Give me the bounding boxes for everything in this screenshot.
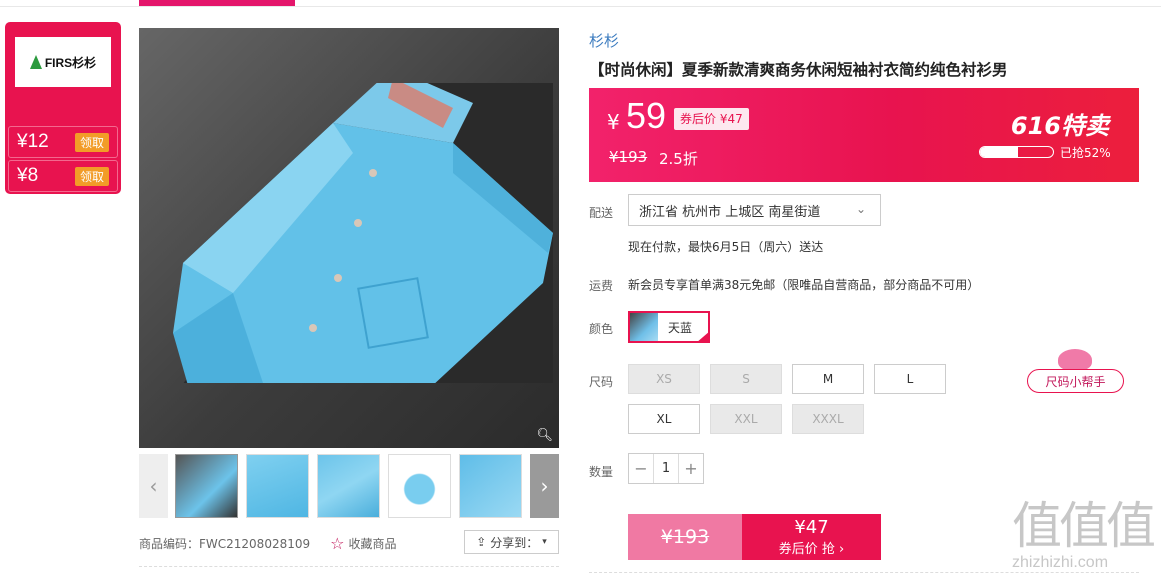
brand-logo-box[interactable]: FIRS杉杉 — [15, 37, 111, 87]
coupon-amount: ¥12 — [17, 131, 49, 152]
color-option-sky-blue[interactable]: 天蓝 — [628, 311, 710, 343]
favorite-label: 收藏商品 — [348, 536, 397, 551]
color-label: 颜色 — [589, 322, 614, 336]
currency-symbol: ¥ — [607, 110, 620, 134]
brand-link[interactable]: 杉杉 — [589, 30, 619, 51]
sku-row: 商品编码：FWC21208028109 ☆ 收藏商品 ⇪ 分享到： ▾ — [139, 530, 559, 556]
share-icon: ⇪ — [476, 535, 487, 549]
size-option-m[interactable]: M — [792, 364, 864, 394]
sold-progress-bar — [979, 146, 1054, 158]
original-price: ¥193 — [609, 148, 648, 166]
address-value: 浙江省 杭州市 上城区 南星街道 — [639, 204, 821, 220]
product-main-image[interactable]: 🔍︎ — [139, 28, 559, 448]
thumbnail-5[interactable] — [459, 454, 522, 518]
coupon-panel: FIRS杉杉 ¥12 领取 ¥8 领取 — [5, 22, 121, 194]
chevron-right-icon: › — [540, 474, 549, 498]
size-option-xs[interactable]: XS — [628, 364, 700, 394]
favorite-button[interactable]: ☆ 收藏商品 — [330, 534, 396, 553]
delivery-eta: 现在付款，最快6月5日（周六）送达 — [628, 240, 824, 254]
price-banner: ¥ 59 券后价 ¥47 ¥193 2.5折 616特卖 已抢52% — [589, 88, 1139, 182]
after-coupon-badge: 券后价 ¥47 — [674, 108, 749, 130]
size-option-xl[interactable]: XL — [628, 404, 700, 434]
coupon-amount: ¥8 — [17, 165, 39, 186]
size-option-s[interactable]: S — [710, 364, 782, 394]
current-price: 59 — [626, 95, 667, 136]
thumbnail-3[interactable] — [317, 454, 380, 518]
tree-icon — [29, 55, 42, 69]
color-swatch — [630, 313, 658, 341]
shipping-label: 运费 — [589, 279, 614, 293]
sku-code: 商品编码：FWC21208028109 — [139, 536, 311, 551]
claim-button[interactable]: 领取 — [74, 166, 109, 186]
thumbnail-1[interactable] — [175, 454, 238, 518]
watermark-url: zhizhizhi.com — [1012, 554, 1109, 571]
thumb-next-button[interactable]: › — [530, 454, 559, 518]
chevron-down-icon: ▾ — [542, 537, 547, 547]
check-icon — [696, 331, 710, 343]
color-name: 天蓝 — [668, 320, 693, 335]
thumbnail-4[interactable] — [388, 454, 451, 518]
thumbnail-2[interactable] — [246, 454, 309, 518]
size-option-l[interactable]: L — [874, 364, 946, 394]
increment-button[interactable]: + — [679, 454, 703, 483]
coupon-12[interactable]: ¥12 领取 — [8, 126, 118, 158]
brand-logo: FIRS杉杉 — [29, 54, 96, 71]
zoom-icon[interactable]: 🔍︎ — [536, 428, 553, 443]
chevron-left-icon: ‹ — [149, 474, 158, 498]
thumb-prev-button[interactable]: ‹ — [139, 454, 168, 518]
buy-original-price: ¥193 — [628, 514, 742, 560]
quantity-stepper: − 1 + — [628, 453, 704, 484]
star-icon: ☆ — [330, 533, 345, 553]
divider — [139, 566, 559, 567]
buy-action: 券后价 抢 › — [778, 542, 845, 557]
buy-now[interactable]: ¥47 券后价 抢 › — [742, 514, 881, 560]
sold-progress-fill — [980, 147, 1018, 157]
shirt-image — [173, 83, 553, 383]
watermark: 值值值 zhizhizhi.com — [1012, 498, 1161, 583]
share-label: 分享到： — [490, 535, 539, 550]
size-option-xxxl[interactable]: XXXL — [792, 404, 864, 434]
mascot-icon — [1058, 349, 1092, 371]
promo-title: 616特卖 — [1010, 112, 1109, 140]
buy-price: ¥47 — [794, 517, 829, 538]
active-tab-indicator — [139, 0, 295, 6]
top-divider — [0, 6, 1161, 7]
product-title: 【时尚休闲】夏季新款清爽商务休闲短袖衬衣简约纯色衬衫男 — [589, 61, 1008, 79]
share-button[interactable]: ⇪ 分享到： ▾ — [464, 530, 559, 554]
quantity-label: 数量 — [589, 465, 614, 479]
size-helper-button[interactable]: 尺码小帮手 — [1027, 369, 1124, 393]
delivery-label: 配送 — [589, 206, 614, 220]
quantity-input[interactable]: 1 — [653, 454, 679, 483]
watermark-logo: 值值值 — [1012, 497, 1156, 555]
decrement-button[interactable]: − — [629, 454, 653, 483]
thumbnail-strip: ‹ › — [139, 454, 559, 518]
coupon-8[interactable]: ¥8 领取 — [8, 160, 118, 192]
address-select[interactable]: 浙江省 杭州市 上城区 南星街道 ⌄ — [628, 194, 881, 226]
sold-progress-text: 已抢52% — [1060, 146, 1111, 160]
chevron-down-icon: ⌄ — [855, 202, 866, 216]
shipping-text: 新会员专享首单满38元免邮（限唯品自营商品，部分商品不可用） — [628, 278, 980, 292]
size-option-xxl[interactable]: XXL — [710, 404, 782, 434]
size-label: 尺码 — [589, 375, 614, 389]
buy-button[interactable]: ¥193 ¥47 券后价 抢 › — [628, 514, 881, 560]
discount-rate: 2.5折 — [659, 150, 698, 168]
claim-button[interactable]: 领取 — [74, 132, 109, 152]
